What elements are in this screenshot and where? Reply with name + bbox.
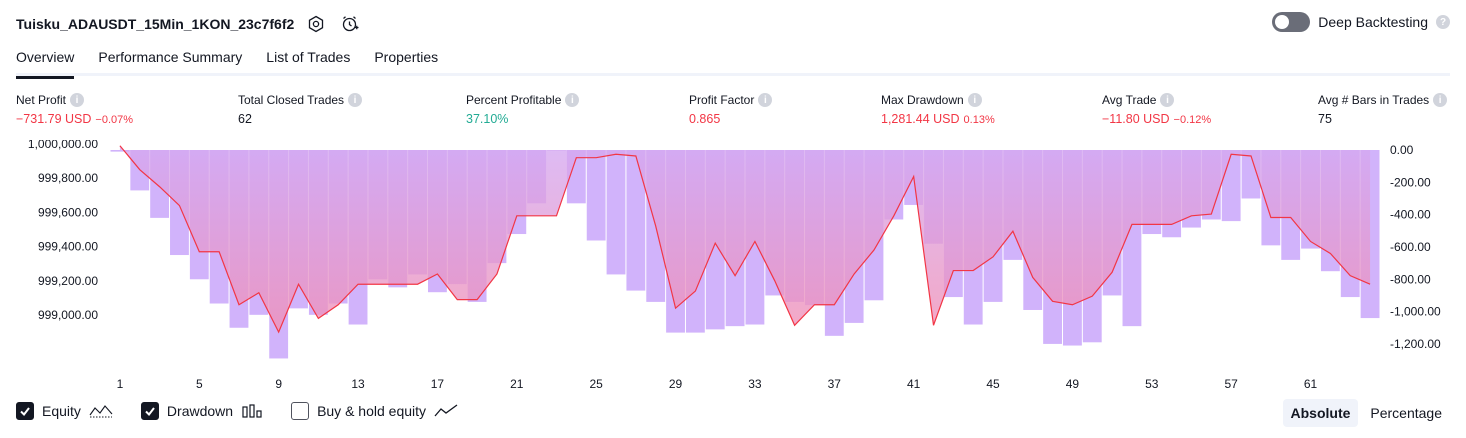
stat-avg-bars-in-trades: Avg # Bars in Trades i 75 bbox=[1318, 93, 1448, 126]
x-axis-tick: 53 bbox=[1145, 377, 1159, 391]
deep-backtesting-control: Deep Backtesting ? bbox=[1272, 12, 1450, 32]
stat-net-profit: Net Profit i −731.79 USD −0.07% bbox=[16, 93, 133, 126]
drawdown-bars-icon bbox=[242, 404, 262, 418]
x-axis-tick: 1 bbox=[117, 377, 124, 391]
legend-equity[interactable]: Equity bbox=[16, 402, 113, 420]
info-icon[interactable]: i bbox=[70, 93, 85, 107]
percentage-button[interactable]: Percentage bbox=[1362, 399, 1450, 427]
x-axis-tick: 13 bbox=[351, 377, 365, 391]
tab-overview[interactable]: Overview bbox=[16, 44, 75, 79]
help-icon[interactable]: ? bbox=[1436, 15, 1450, 29]
stat-value: 0.865 bbox=[689, 112, 721, 126]
stat-value: 1,281.44 USD bbox=[881, 112, 960, 126]
right-axis-tick: -1,200.00 bbox=[1390, 337, 1441, 351]
info-icon[interactable]: i bbox=[1160, 93, 1175, 107]
strategy-title: Tuisku_ADAUSDT_15Min_1KON_23c7f6f2 bbox=[16, 16, 295, 32]
equity-checkbox[interactable] bbox=[16, 402, 34, 420]
x-axis-tick: 45 bbox=[986, 377, 1000, 391]
settings-gear-icon[interactable] bbox=[304, 12, 328, 36]
legend-equity-label: Equity bbox=[42, 403, 81, 419]
legend-drawdown-label: Drawdown bbox=[166, 403, 234, 419]
x-axis-tick: 17 bbox=[431, 377, 445, 391]
left-axis-tick: 999,000.00 bbox=[38, 308, 98, 322]
buy-hold-line-icon bbox=[434, 404, 458, 417]
left-axis-tick: 999,200.00 bbox=[38, 274, 98, 288]
equity-drawdown-chart[interactable]: 1,000,000.00 999,800.00 999,600.00 999,400.… bbox=[0, 140, 1466, 398]
absolute-button[interactable]: Absolute bbox=[1282, 399, 1359, 427]
stat-profit-factor: Profit Factor i 0.865 bbox=[689, 93, 773, 126]
x-axis-tick: 33 bbox=[748, 377, 762, 391]
deep-backtesting-toggle[interactable] bbox=[1272, 12, 1311, 32]
drawdown-checkbox[interactable] bbox=[140, 402, 159, 420]
stat-value: 75 bbox=[1318, 112, 1332, 126]
equity-line-icon bbox=[89, 405, 113, 418]
x-axis-tick: 25 bbox=[589, 377, 603, 391]
stat-value: −11.80 USD bbox=[1102, 112, 1170, 126]
right-axis-tick: -1,000.00 bbox=[1390, 305, 1441, 319]
legend-buy-hold-label: Buy & hold equity bbox=[317, 403, 427, 419]
right-axis-tick: -400.00 bbox=[1390, 208, 1431, 222]
left-axis-tick: 999,800.00 bbox=[38, 171, 98, 185]
right-axis-tick: -800.00 bbox=[1390, 272, 1431, 286]
left-axis-tick: 1,000,000.00 bbox=[28, 140, 98, 151]
legend-buy-hold[interactable]: Buy & hold equity bbox=[291, 402, 458, 420]
stat-label: Avg # Bars in Trades bbox=[1318, 93, 1430, 107]
stat-avg-trade: Avg Trade i −11.80 USD −0.12% bbox=[1102, 93, 1211, 126]
x-axis-tick: 29 bbox=[669, 377, 683, 391]
drawdown-bar bbox=[606, 150, 626, 275]
stat-percent: 0.13% bbox=[963, 114, 995, 126]
tab-list-of-trades[interactable]: List of Trades bbox=[266, 44, 350, 76]
stat-max-drawdown: Max Drawdown i 1,281.44 USD 0.13% bbox=[881, 93, 995, 126]
info-icon[interactable]: i bbox=[1433, 93, 1448, 107]
x-axis-tick: 57 bbox=[1224, 377, 1238, 391]
x-axis-tick: 37 bbox=[828, 377, 842, 391]
right-axis-tick: 0.00 bbox=[1390, 143, 1414, 157]
info-icon[interactable]: i bbox=[348, 93, 363, 107]
chart-legend: Equity Drawdown Buy & hold equity bbox=[16, 402, 458, 420]
stat-value: 37.10% bbox=[466, 112, 509, 126]
info-icon[interactable]: i bbox=[758, 93, 773, 107]
x-axis-tick: 9 bbox=[275, 377, 282, 391]
stat-value: 62 bbox=[238, 112, 252, 126]
tab-properties[interactable]: Properties bbox=[374, 44, 438, 76]
drawdown-bar bbox=[586, 150, 606, 241]
stat-percent-profitable: Percent Profitable i 37.10% bbox=[466, 93, 580, 126]
stat-percent: −0.12% bbox=[1173, 114, 1212, 126]
x-axis-tick: 5 bbox=[196, 377, 203, 391]
value-mode-switch: Absolute Percentage bbox=[1282, 399, 1451, 427]
report-tabs: Overview Performance Summary List of Tra… bbox=[16, 44, 1450, 79]
left-axis-tick: 999,600.00 bbox=[38, 205, 98, 219]
stat-label: Total Closed Trades bbox=[238, 93, 345, 107]
stat-label: Max Drawdown bbox=[881, 93, 964, 107]
left-axis-tick: 999,400.00 bbox=[38, 240, 98, 254]
stat-label: Avg Trade bbox=[1102, 93, 1157, 107]
x-axis-tick: 21 bbox=[510, 377, 524, 391]
stat-percent: −0.07% bbox=[95, 114, 134, 126]
info-icon[interactable]: i bbox=[967, 93, 982, 107]
stat-value: −731.79 USD bbox=[16, 112, 92, 126]
x-axis-tick: 49 bbox=[1066, 377, 1080, 391]
stat-total-closed-trades: Total Closed Trades i 62 bbox=[238, 93, 363, 126]
stat-label: Profit Factor bbox=[689, 93, 755, 107]
stat-label: Net Profit bbox=[16, 93, 67, 107]
x-axis-tick: 41 bbox=[907, 377, 921, 391]
legend-drawdown[interactable]: Drawdown bbox=[140, 402, 263, 420]
stat-label: Percent Profitable bbox=[466, 93, 562, 107]
buy-hold-checkbox[interactable] bbox=[291, 402, 310, 420]
tab-performance-summary[interactable]: Performance Summary bbox=[98, 44, 242, 76]
add-alert-clock-icon[interactable] bbox=[338, 12, 362, 36]
info-icon[interactable]: i bbox=[565, 93, 580, 107]
right-axis-tick: -200.00 bbox=[1390, 175, 1431, 189]
x-axis-tick: 61 bbox=[1304, 377, 1318, 391]
deep-backtesting-label: Deep Backtesting bbox=[1318, 14, 1428, 30]
right-axis-tick: -600.00 bbox=[1390, 240, 1431, 254]
strategy-header: Tuisku_ADAUSDT_15Min_1KON_23c7f6f2 bbox=[16, 10, 362, 38]
